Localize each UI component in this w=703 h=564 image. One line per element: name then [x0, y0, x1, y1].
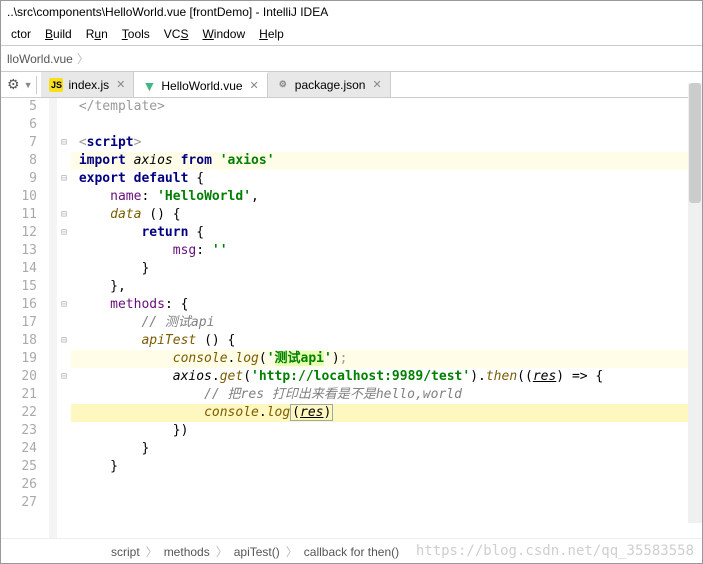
- chevron-right-icon: 〉: [216, 543, 228, 560]
- tab-index-js[interactable]: JS index.js ✕: [41, 72, 134, 97]
- watermark: https://blog.csdn.net/qq_35583558: [416, 543, 694, 559]
- change-markers: [49, 98, 57, 538]
- crumb-callback[interactable]: callback for then(): [304, 545, 399, 559]
- dropdown-arrow-icon[interactable]: ▼: [24, 80, 33, 90]
- editor-tab-bar: ⚙ ▼ JS index.js ✕ ▼ HelloWorld.vue ✕ ⚙ p…: [1, 72, 702, 98]
- vertical-scrollbar[interactable]: [688, 83, 702, 523]
- menu-refactor[interactable]: ctor: [5, 25, 37, 43]
- menu-bar: ctor Build Run Tools VCS Window Help: [1, 23, 702, 46]
- crumb-methods[interactable]: methods: [164, 545, 210, 559]
- chevron-right-icon: 〉: [77, 50, 89, 67]
- tabs: JS index.js ✕ ▼ HelloWorld.vue ✕ ⚙ packa…: [41, 72, 390, 97]
- crumb-script[interactable]: script: [111, 545, 140, 559]
- code-area[interactable]: </template> <script> import axios from '…: [71, 98, 702, 538]
- fold-gutter[interactable]: ⊟⊟⊟⊟⊟⊟⊟: [57, 98, 71, 538]
- line-number-gutter: 5678910111213141516171819202122232425262…: [1, 98, 49, 538]
- menu-tools[interactable]: Tools: [116, 25, 156, 43]
- nav-breadcrumb: lloWorld.vue 〉: [1, 46, 702, 72]
- vue-icon: ▼: [142, 79, 156, 93]
- tab-package-json[interactable]: ⚙ package.json ✕: [268, 72, 391, 97]
- gear-icon[interactable]: ⚙: [7, 76, 20, 93]
- close-icon[interactable]: ✕: [372, 78, 381, 91]
- js-icon: JS: [49, 78, 63, 92]
- menu-build[interactable]: Build: [39, 25, 78, 43]
- menu-window[interactable]: Window: [196, 25, 251, 43]
- nav-crumb-file[interactable]: lloWorld.vue: [7, 52, 73, 66]
- close-icon[interactable]: ✕: [250, 79, 259, 92]
- crumb-apitest[interactable]: apiTest(): [234, 545, 280, 559]
- tab-label: HelloWorld.vue: [161, 79, 242, 93]
- divider: [36, 76, 37, 94]
- tab-label: index.js: [68, 78, 109, 92]
- menu-run[interactable]: Run: [80, 25, 114, 43]
- menu-vcs[interactable]: VCS: [158, 25, 195, 43]
- scrollbar-thumb[interactable]: [689, 83, 701, 203]
- code-editor[interactable]: 5678910111213141516171819202122232425262…: [1, 98, 702, 538]
- close-icon[interactable]: ✕: [116, 78, 125, 91]
- tab-label: package.json: [295, 78, 366, 92]
- window-title: ..\src\components\HelloWorld.vue [frontD…: [1, 1, 702, 23]
- tab-helloworld-vue[interactable]: ▼ HelloWorld.vue ✕: [134, 72, 267, 97]
- json-icon: ⚙: [276, 78, 290, 92]
- chevron-right-icon: 〉: [286, 543, 298, 560]
- chevron-right-icon: 〉: [146, 543, 158, 560]
- menu-help[interactable]: Help: [253, 25, 290, 43]
